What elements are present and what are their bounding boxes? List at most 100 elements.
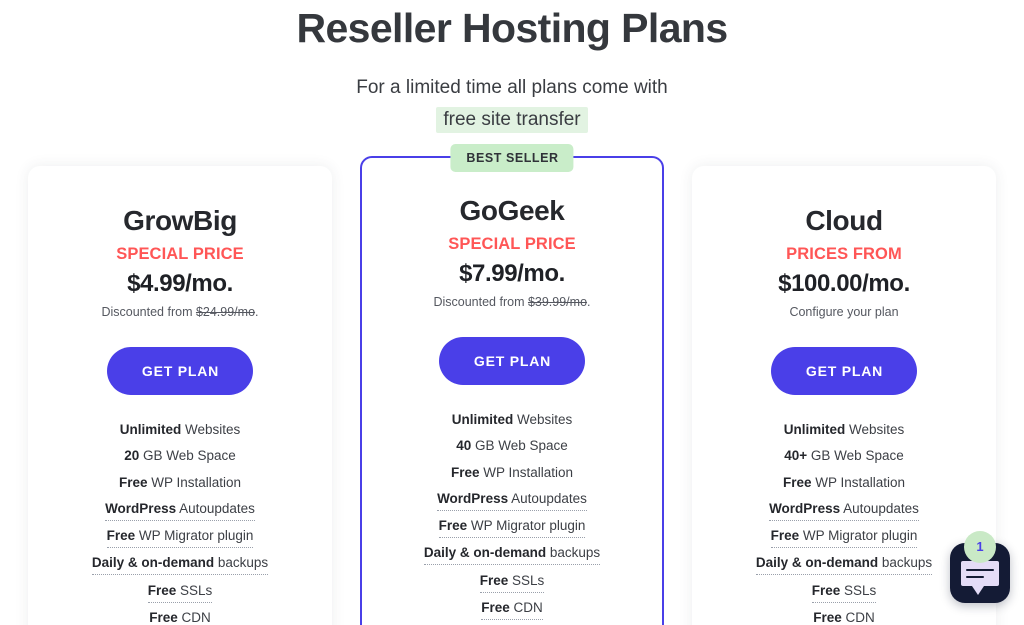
feature-text: Free CDN — [813, 609, 875, 625]
feature-text-emphasis: WordPress — [769, 500, 841, 516]
feature-item[interactable]: Free SSLs — [380, 572, 644, 599]
feature-text-plain: Websites — [181, 422, 241, 437]
chat-widget-button[interactable]: 1 — [950, 531, 1010, 603]
feature-item[interactable]: Free CDN — [710, 609, 978, 625]
feature-text: Free WP Migrator plugin — [770, 527, 918, 549]
feature-text-plain: Autoupdates — [508, 490, 587, 506]
feature-text-emphasis: Free — [438, 518, 468, 534]
plan-name: Cloud — [805, 205, 883, 236]
feature-text: Free SSLs — [479, 572, 545, 593]
feature-text-plain: SSLs — [508, 572, 545, 588]
feature-text: Free SSLs — [811, 582, 877, 603]
feature-text: Free SSLs — [147, 582, 213, 603]
feature-text-plain: WP Installation — [147, 474, 242, 490]
feature-text: WordPress Autoupdates — [105, 500, 255, 521]
feature-item[interactable]: Daily & on-demand backups — [710, 554, 978, 581]
feature-text-emphasis: Daily & on-demand — [423, 545, 547, 561]
feature-text-emphasis: 20 — [124, 448, 140, 464]
plan-feature-list: Unlimited Websites 40 GB Web Space Free WP… — [380, 385, 644, 625]
feature-text: Free WP Installation — [783, 474, 905, 494]
feature-item: Free WP Installation — [710, 474, 978, 500]
feature-text-plain: backups — [214, 555, 269, 571]
plan-name: GoGeek — [459, 195, 565, 226]
feature-text: Unlimited Websites — [452, 411, 573, 431]
feature-text-emphasis: Daily & on-demand — [755, 555, 879, 571]
feature-text-emphasis: Unlimited — [783, 422, 846, 437]
feature-text: Free WP Migrator plugin — [438, 517, 586, 539]
feature-text-emphasis: Free — [450, 464, 480, 480]
cta-container: GET PLAN — [380, 311, 644, 385]
feature-item[interactable]: Free CDN — [46, 609, 314, 625]
page-subheading-highlight-line: free site transfer — [0, 101, 1024, 133]
feature-text: Unlimited Websites — [784, 421, 905, 441]
feature-item: Unlimited Websites — [46, 421, 314, 447]
feature-text-plain: GB Web Space — [471, 438, 568, 454]
feature-text-plain: GB Web Space — [807, 448, 904, 464]
feature-text-plain: WP Migrator plugin — [799, 528, 918, 544]
feature-text-plain: Autoupdates — [176, 500, 255, 516]
feature-item[interactable]: Daily & on-demand backups — [46, 554, 314, 581]
feature-text: 20 GB Web Space — [124, 447, 236, 467]
original-price-struck: $39.99/mo — [527, 295, 588, 309]
feature-item: Free WP Installation — [46, 474, 314, 500]
pricing-page: Reseller Hosting Plans For a limited tim… — [0, 0, 1024, 625]
feature-text-plain: Websites — [845, 422, 905, 437]
feature-item[interactable]: Free WP Migrator plugin — [380, 517, 644, 544]
feature-item[interactable]: WordPress Autoupdates — [710, 500, 978, 527]
plan-price-note: Configure your plan — [710, 299, 978, 321]
feature-text: Daily & on-demand backups — [423, 544, 601, 566]
chat-bubble-icon — [961, 561, 999, 595]
plan-cards-container: GrowBig SPECIAL PRICE $4.99/mo. Discounted … — [0, 144, 1024, 625]
feature-text-emphasis: Free — [770, 528, 800, 544]
chat-line-2 — [966, 576, 984, 578]
plan-price: $7.99/mo. — [459, 260, 565, 287]
feature-text-emphasis: 40 — [456, 438, 472, 454]
price-note-prefix: Discounted from — [101, 305, 196, 319]
feature-text-plain: CDN — [841, 610, 875, 625]
feature-text-emphasis: Free — [481, 600, 510, 616]
feature-item: Free WP Installation — [380, 464, 644, 490]
feature-text-emphasis: Free — [479, 572, 509, 588]
feature-item[interactable]: WordPress Autoupdates — [380, 490, 644, 517]
feature-text-emphasis: Free — [147, 582, 177, 598]
get-plan-button[interactable]: GET PLAN — [106, 347, 254, 395]
plan-price-label: SPECIAL PRICE — [116, 245, 244, 263]
get-plan-button[interactable]: GET PLAN — [438, 337, 586, 385]
feature-item: Unlimited Websites — [380, 411, 644, 437]
feature-text-plain: CDN — [509, 600, 543, 616]
feature-text-plain: Websites — [513, 412, 573, 427]
feature-text-plain: WP Installation — [811, 474, 906, 490]
feature-text-plain: backups — [878, 555, 933, 571]
feature-text-emphasis: Unlimited — [119, 422, 182, 437]
feature-text: Free WP Installation — [119, 474, 241, 494]
feature-text-emphasis: Free — [106, 528, 136, 544]
feature-text: Free WP Migrator plugin — [106, 527, 254, 549]
feature-text: Daily & on-demand backups — [91, 554, 269, 576]
feature-text-plain: SSLs — [840, 582, 877, 598]
plan-price-label: SPECIAL PRICE — [448, 235, 576, 253]
feature-item[interactable]: Free SSLs — [710, 582, 978, 609]
free-site-transfer-highlight: free site transfer — [436, 107, 588, 133]
plan-price: $100.00/mo. — [778, 270, 910, 297]
feature-item[interactable]: Free WP Migrator plugin — [46, 527, 314, 554]
feature-item[interactable]: Free SSLs — [46, 582, 314, 609]
feature-text-plain: WP Migrator plugin — [135, 528, 254, 544]
feature-text: WordPress Autoupdates — [437, 490, 587, 511]
feature-item[interactable]: WordPress Autoupdates — [46, 500, 314, 527]
feature-item[interactable]: Daily & on-demand backups — [380, 544, 644, 571]
feature-item[interactable]: Free CDN — [380, 599, 644, 625]
feature-text: Free CDN — [149, 609, 211, 625]
plan-name: GrowBig — [123, 205, 237, 236]
feature-text-emphasis: 40+ — [784, 448, 808, 464]
feature-text-emphasis: Free — [118, 474, 148, 490]
price-note-prefix: Configure your plan — [789, 305, 899, 319]
feature-item[interactable]: Free WP Migrator plugin — [710, 527, 978, 554]
feature-text-plain: SSLs — [176, 582, 213, 598]
plan-price-label: PRICES FROM — [786, 245, 902, 263]
plan-card: GrowBig SPECIAL PRICE $4.99/mo. Discounted … — [28, 166, 332, 625]
plan-price-note: Discounted from $39.99/mo. — [380, 289, 644, 311]
feature-item: 40+ GB Web Space — [710, 447, 978, 473]
cta-container: GET PLAN — [46, 321, 314, 395]
get-plan-button[interactable]: GET PLAN — [770, 347, 918, 395]
price-note-prefix: Discounted from — [433, 295, 528, 309]
